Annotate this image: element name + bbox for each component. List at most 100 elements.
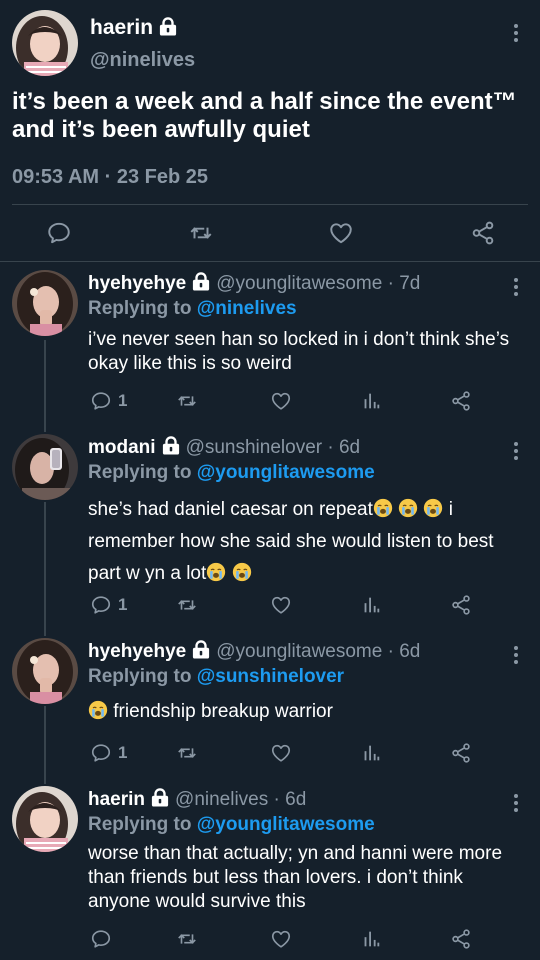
reply-text-part: she’s had daniel caesar on repeat	[88, 499, 373, 520]
author-name-text: haerin	[90, 16, 154, 39]
more-icon[interactable]	[510, 278, 522, 296]
like-icon	[270, 390, 292, 412]
like-button[interactable]	[270, 594, 292, 616]
reply-author-name[interactable]: hyehyehye	[88, 273, 186, 294]
more-icon[interactable]	[510, 442, 522, 460]
reply-text-part: friendship breakup warrior	[108, 701, 333, 722]
analytics-button[interactable]	[360, 742, 382, 764]
tweet-timestamp: 09:53 AM · 23 Feb 25	[12, 166, 209, 188]
retweet-icon	[176, 928, 198, 950]
like-icon	[328, 220, 354, 246]
reply-button[interactable]: 1	[90, 742, 127, 764]
avatar[interactable]	[12, 786, 78, 852]
more-icon[interactable]	[510, 794, 522, 812]
replying-to-link[interactable]: @ninelives	[197, 298, 297, 319]
reply-header: haerin @ninelives · 6d	[88, 788, 306, 811]
reply-tweet: hyehyehye @younglitawesome · 7d Replying …	[0, 270, 540, 420]
comment-icon	[90, 594, 112, 616]
share-icon	[450, 594, 472, 616]
lock-icon	[162, 436, 180, 455]
reply-header: hyehyehye @younglitawesome · 6d	[88, 640, 420, 663]
author-handle[interactable]: @ninelives	[90, 49, 195, 72]
reply-button[interactable]: 1	[90, 594, 127, 616]
comment-button[interactable]	[46, 220, 72, 246]
avatar[interactable]	[12, 270, 78, 336]
retweet-button[interactable]	[176, 928, 198, 950]
reply-count: 1	[118, 595, 128, 614]
comment-icon	[90, 390, 112, 412]
share-icon	[470, 220, 496, 246]
reply-text: friendship breakup warrior	[88, 700, 518, 724]
reply-button[interactable]: 1	[90, 390, 127, 412]
reply-meta: @younglitawesome · 6d	[216, 641, 421, 662]
avatar-image	[12, 786, 78, 852]
avatar[interactable]	[12, 10, 78, 76]
avatar-image	[12, 638, 78, 704]
more-icon[interactable]	[510, 24, 522, 42]
tweet-text: it’s been a week and a half since the ev…	[12, 88, 517, 143]
reply-text: worse than that actually; yn and hanni w…	[88, 843, 503, 912]
retweet-button[interactable]	[176, 594, 198, 616]
lock-icon	[192, 272, 210, 291]
avatar-image	[12, 270, 78, 336]
avatar[interactable]	[12, 434, 78, 500]
like-button[interactable]	[328, 220, 354, 246]
reply-count: 1	[118, 391, 128, 410]
more-icon[interactable]	[510, 646, 522, 664]
crying-emoji	[88, 700, 108, 720]
replying-to: Replying to @sunshinelover	[88, 666, 344, 688]
like-button[interactable]	[270, 928, 292, 950]
reply-meta: @ninelives · 6d	[175, 789, 307, 810]
reply-tweet: hyehyehye @younglitawesome · 6d Replying …	[0, 638, 540, 778]
author-name[interactable]: haerin	[90, 16, 177, 40]
replying-label: Replying to	[88, 298, 197, 319]
reply-tweet: haerin @ninelives · 6d Replying to @young…	[0, 786, 540, 960]
retweet-button[interactable]	[176, 742, 198, 764]
retweet-button[interactable]	[176, 390, 198, 412]
reply-button[interactable]	[90, 928, 118, 950]
reply-meta: @younglitawesome · 7d	[216, 273, 421, 294]
reply-text: she’s had daniel caesar on repeat i reme…	[88, 494, 518, 590]
crying-emoji	[206, 562, 226, 582]
like-icon	[270, 594, 292, 616]
crying-emoji	[232, 562, 252, 582]
replying-to: Replying to @younglitawesome	[88, 462, 375, 484]
lock-icon	[151, 788, 169, 807]
divider	[12, 204, 528, 205]
replying-to-link[interactable]: @sunshinelover	[197, 666, 344, 687]
analytics-button[interactable]	[360, 390, 382, 412]
avatar[interactable]	[12, 638, 78, 704]
comment-icon	[90, 742, 112, 764]
replying-to-link[interactable]: @younglitawesome	[197, 462, 375, 483]
comment-icon	[46, 220, 72, 246]
replying-to: Replying to @younglitawesome	[88, 814, 375, 836]
reply-author-name[interactable]: hyehyehye	[88, 641, 186, 662]
comment-icon	[90, 928, 112, 950]
share-button[interactable]	[450, 594, 472, 616]
retweet-icon	[176, 742, 198, 764]
replying-label: Replying to	[88, 814, 197, 835]
analytics-button[interactable]	[360, 928, 382, 950]
replying-to-link[interactable]: @younglitawesome	[197, 814, 375, 835]
share-icon	[450, 390, 472, 412]
like-button[interactable]	[270, 742, 292, 764]
crying-emoji	[423, 498, 443, 518]
reply-header: modani @sunshinelover · 6d	[88, 436, 360, 459]
analytics-icon	[360, 594, 382, 616]
share-button[interactable]	[450, 928, 472, 950]
analytics-button[interactable]	[360, 594, 382, 616]
retweet-button[interactable]	[188, 220, 214, 246]
share-button[interactable]	[450, 742, 472, 764]
share-button[interactable]	[450, 390, 472, 412]
retweet-icon	[176, 594, 198, 616]
replying-to: Replying to @ninelives	[88, 298, 297, 320]
crying-emoji	[398, 498, 418, 518]
reply-header: hyehyehye @younglitawesome · 7d	[88, 272, 420, 295]
reply-author-name[interactable]: haerin	[88, 789, 145, 810]
crying-emoji	[373, 498, 393, 518]
analytics-icon	[360, 742, 382, 764]
retweet-icon	[188, 220, 214, 246]
like-button[interactable]	[270, 390, 292, 412]
reply-author-name[interactable]: modani	[88, 437, 156, 458]
share-button[interactable]	[470, 220, 496, 246]
